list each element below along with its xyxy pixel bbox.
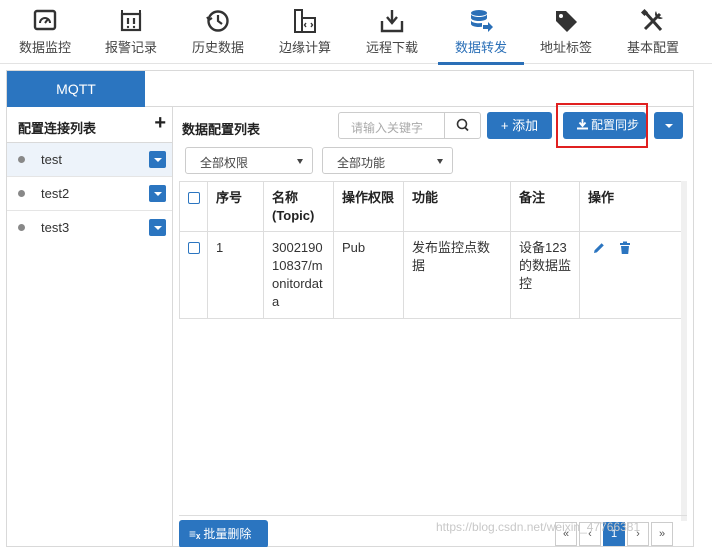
- row-remark: 设备123的数据监控: [511, 232, 580, 318]
- search-input[interactable]: 请输入关键字: [338, 112, 481, 139]
- data-config-header: 数据配置列表 请输入关键字 + 添加 配置同步: [173, 103, 693, 148]
- function-filter-select[interactable]: 全部功能: [322, 147, 453, 174]
- batch-delete-label: 批量删除: [203, 527, 252, 541]
- tab-bar: MQTT: [7, 71, 693, 107]
- connection-name: test3: [41, 220, 70, 235]
- nav-data-monitor[interactable]: 数据监控: [4, 0, 86, 64]
- row-topic: 300219010837/monitordata: [264, 232, 334, 318]
- data-config-panel: 数据配置列表 请输入关键字 + 添加 配置同步 全部权限 全部功能 序号 名称(…: [173, 103, 693, 547]
- nav-remote-download[interactable]: 远程下载: [351, 0, 433, 64]
- permission-filter-value: 全部权限: [200, 156, 249, 170]
- batch-delete-button[interactable]: ≡ₓ 批量删除: [179, 520, 268, 547]
- add-button[interactable]: + 添加: [487, 112, 552, 139]
- status-dot-icon: [18, 156, 25, 163]
- connection-item[interactable]: test2: [7, 177, 172, 211]
- select-all-checkbox[interactable]: [188, 192, 200, 204]
- select-all-header: [180, 182, 208, 232]
- connection-item[interactable]: test: [7, 143, 172, 177]
- delete-trash-icon[interactable]: [618, 241, 632, 255]
- tools-icon: [640, 8, 663, 31]
- nav-label: 报警记录: [104, 40, 157, 55]
- function-filter-value: 全部功能: [337, 156, 386, 170]
- column-header: 功能: [404, 182, 511, 232]
- search-icon: [456, 118, 469, 132]
- download-icon: [380, 10, 404, 33]
- connection-list-title: 配置连接列表: [18, 121, 97, 136]
- row-checkbox[interactable]: [188, 242, 200, 254]
- data-config-table: 序号 名称(Topic) 操作权限 功能 备注 操作 1 30021901083…: [179, 181, 687, 319]
- alarm-bell-icon: [120, 10, 142, 32]
- database-forward-icon: [471, 10, 493, 32]
- column-header: 操作权限: [334, 182, 404, 232]
- row-actions: [580, 232, 686, 318]
- nav-edge-compute[interactable]: 边缘计算: [264, 0, 346, 64]
- edge-code-icon: [294, 9, 316, 33]
- watermark: https://blog.csdn.net/weixin_47766381: [436, 520, 641, 534]
- nav-label: 数据监控: [18, 40, 71, 55]
- history-clock-icon: [206, 10, 229, 32]
- nav-label: 远程下载: [365, 40, 418, 55]
- nav-alarm-records[interactable]: 报警记录: [90, 0, 172, 64]
- connection-list-panel: 配置连接列表 + test test2 test3: [7, 107, 173, 547]
- chevron-down-icon: [437, 159, 443, 164]
- last-page-button[interactable]: »: [651, 522, 673, 546]
- search-placeholder: 请输入关键字: [351, 121, 424, 135]
- search-button[interactable]: [444, 113, 480, 138]
- connection-dropdown-button[interactable]: [149, 185, 166, 202]
- nav-label: 边缘计算: [278, 40, 331, 55]
- column-header: 备注: [511, 182, 580, 232]
- row-index: 1: [208, 232, 264, 318]
- row-permission: Pub: [334, 232, 404, 318]
- nav-address-tag[interactable]: 地址标签: [525, 0, 607, 64]
- row-function: 发布监控点数据: [404, 232, 511, 318]
- connection-dropdown-button[interactable]: [149, 151, 166, 168]
- vertical-scrollbar[interactable]: [681, 181, 687, 521]
- nav-label: 基本配置: [626, 40, 679, 55]
- connection-name: test2: [41, 186, 70, 201]
- more-actions-dropdown[interactable]: [654, 112, 683, 139]
- connection-name: test: [41, 152, 62, 167]
- highlight-box: [556, 103, 648, 148]
- nav-label: 数据转发: [454, 40, 507, 55]
- data-config-title: 数据配置列表: [182, 122, 261, 137]
- column-header: 序号: [208, 182, 264, 232]
- add-connection-icon[interactable]: +: [154, 113, 166, 133]
- batch-delete-icon: ≡ₓ: [189, 527, 201, 541]
- monitor-gauge-icon: [33, 9, 57, 31]
- status-dot-icon: [18, 224, 25, 231]
- top-nav: 数据监控 报警记录 历史数据 边缘计算 远程下载 数据转发 地址标签 基本配置: [0, 0, 712, 65]
- main-panel: MQTT 配置连接列表 + test test2 test3 数据配置列表 请输…: [6, 70, 694, 547]
- table-row-checkbox-cell: [180, 232, 208, 318]
- chevron-down-icon: [297, 159, 303, 164]
- permission-filter-select[interactable]: 全部权限: [185, 147, 313, 174]
- filter-bar: 全部权限 全部功能: [173, 143, 693, 179]
- column-header: 操作: [580, 182, 686, 232]
- tag-icon: [556, 11, 577, 32]
- connection-dropdown-button[interactable]: [149, 219, 166, 236]
- nav-basic-config[interactable]: 基本配置: [612, 0, 694, 64]
- nav-history-data[interactable]: 历史数据: [177, 0, 259, 64]
- connection-list-header: 配置连接列表 +: [7, 107, 172, 143]
- nav-label: 地址标签: [539, 40, 592, 55]
- edit-pencil-icon[interactable]: [592, 241, 606, 255]
- nav-label: 历史数据: [191, 40, 244, 55]
- status-dot-icon: [18, 190, 25, 197]
- nav-data-forward[interactable]: 数据转发: [438, 0, 524, 65]
- tab-mqtt[interactable]: MQTT: [7, 71, 145, 107]
- column-header: 名称(Topic): [264, 182, 334, 232]
- connection-item[interactable]: test3: [7, 211, 172, 245]
